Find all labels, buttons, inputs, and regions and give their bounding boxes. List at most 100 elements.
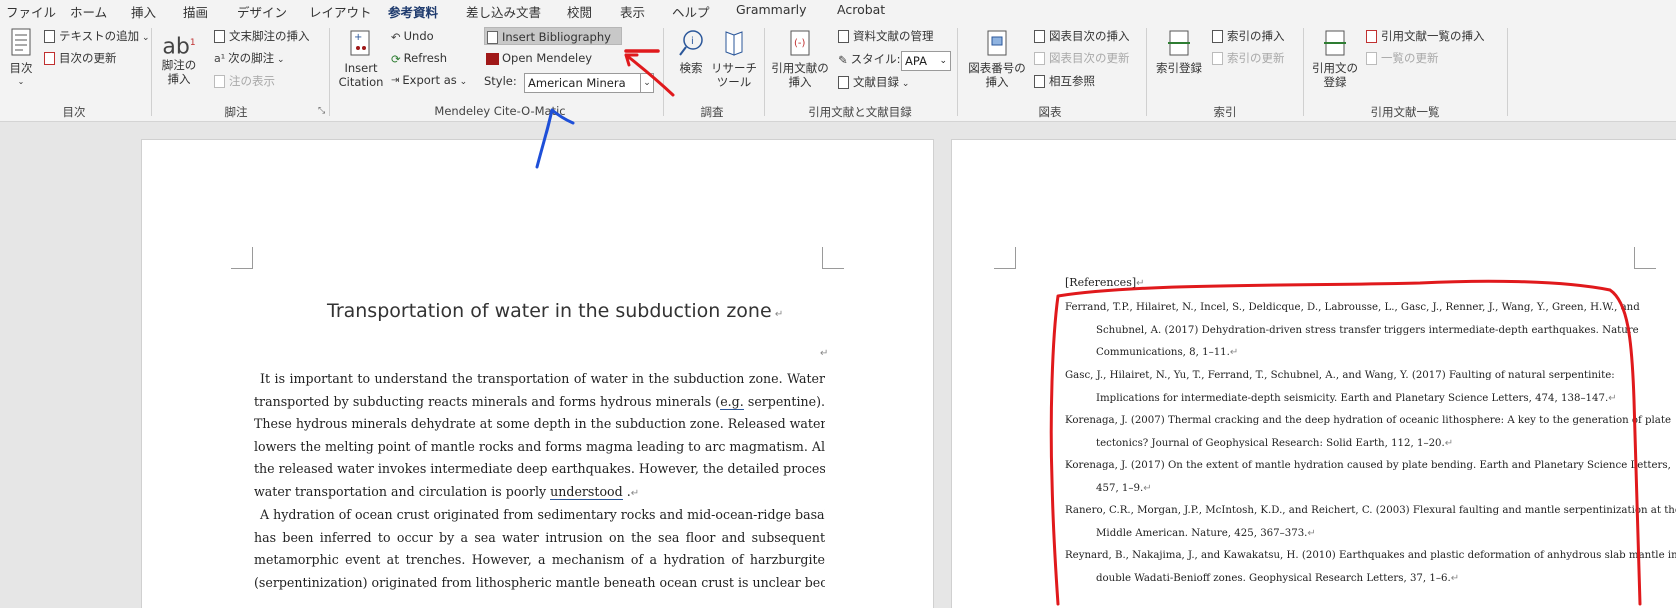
- document-page-right[interactable]: [References]↵ Ferrand, T.P., Hilairet, N…: [951, 139, 1676, 608]
- mark-citation-button[interactable]: 引用文の 登録: [1310, 28, 1360, 89]
- insert-table-of-figures-button[interactable]: 図表目次の挿入: [1034, 27, 1130, 45]
- mendeley-insert-citation-button[interactable]: + Insert Citation: [336, 28, 386, 89]
- mendeley-undo-button[interactable]: ↶ Undo: [391, 27, 434, 45]
- tab-home[interactable]: ホーム: [70, 2, 107, 21]
- reference-line: Ferrand, T.P., Hilairet, N., Incel, S., …: [1065, 302, 1640, 313]
- reference-entry: Gasc, J., Hilairet, N., Yu, T., Ferrand,…: [1065, 365, 1617, 410]
- manage-sources-button[interactable]: 資料文献の管理: [838, 27, 934, 45]
- add-text-icon: [44, 30, 55, 43]
- paragraph-mark-icon: ↵: [1229, 347, 1239, 359]
- tab-review[interactable]: 校閲: [567, 2, 592, 21]
- paragraph-1: It is important to understand the transp…: [254, 368, 825, 504]
- insert-table-of-figures-label: 図表目次の挿入: [1049, 29, 1130, 43]
- tab-grammarly[interactable]: Grammarly: [736, 2, 807, 17]
- document-page-left[interactable]: Transportation of water in the subductio…: [141, 139, 934, 608]
- toc-label: 目次: [9, 61, 33, 75]
- tab-design[interactable]: デザイン: [237, 2, 287, 21]
- paragraph-line: has been inferred to occur by a sea wate…: [254, 529, 825, 545]
- insert-citation-jp-label-1: 引用文献の: [771, 61, 829, 75]
- text-run: .: [622, 483, 631, 499]
- word-window: ファイル ホーム 挿入 描画 デザイン レイアウト 参考資料 差し込み文書 校閲…: [0, 0, 1676, 608]
- crop-mark: [231, 247, 253, 269]
- reference-line: Middle American. Nature, 425, 367–373.↵: [1065, 523, 1676, 546]
- insert-footnote-label-2: 挿入: [167, 72, 191, 86]
- tab-insert[interactable]: 挿入: [131, 2, 156, 21]
- paragraph-line: These hydrous minerals dehydrate at some…: [254, 416, 825, 432]
- bibliography-button[interactable]: 文献目録 ⌄: [838, 73, 909, 91]
- group-label-index: 索引: [1213, 105, 1237, 119]
- reference-line: Korenaga, J. (2017) On the extent of man…: [1065, 460, 1671, 471]
- search-button[interactable]: i 検索: [676, 28, 706, 75]
- dialog-launcher-icon[interactable]: ⤡: [318, 106, 325, 116]
- mark-entry-button[interactable]: 索引登録: [1152, 28, 1206, 75]
- group-separator: [329, 28, 330, 116]
- insert-citation-button[interactable]: (-) 引用文献の 挿入: [770, 28, 830, 89]
- insert-endnote-button[interactable]: 文末脚注の挿入: [214, 27, 310, 45]
- mendeley-refresh-button[interactable]: ⟳ Refresh: [391, 49, 447, 67]
- update-table-of-figures-button[interactable]: 図表目次の更新: [1034, 49, 1130, 67]
- apa-style-select[interactable]: APA ⌄: [901, 51, 951, 71]
- style-dropdown-arrow[interactable]: ⌄: [640, 73, 654, 93]
- show-notes-label: 注の表示: [229, 74, 275, 88]
- insert-index-button[interactable]: 索引の挿入: [1212, 27, 1285, 45]
- tab-mailings[interactable]: 差し込み文書: [466, 2, 541, 21]
- reference-line: Implications for intermediate-depth seis…: [1065, 388, 1617, 411]
- update-toc-button[interactable]: 目次の更新: [44, 49, 117, 67]
- document-title: Transportation of water in the subductio…: [327, 300, 783, 322]
- group-label-research: 調査: [700, 105, 724, 119]
- refresh-icon: ⟳: [391, 51, 401, 66]
- open-mendeley-button[interactable]: Open Mendeley: [486, 49, 592, 67]
- paragraph-mark-icon: ↵: [1143, 482, 1152, 494]
- citation-style-select[interactable]: American Minera: [524, 73, 641, 93]
- text-run: serpentine).: [743, 393, 825, 409]
- add-text-button[interactable]: テキストの追加 ⌄: [44, 27, 150, 45]
- reference-line: Gasc, J., Hilairet, N., Yu, T., Ferrand,…: [1065, 370, 1615, 381]
- reference-line: double Wadati-Benioff zones. Geophysical…: [1065, 568, 1676, 591]
- paragraph-line: water transportation and circulation is …: [254, 481, 825, 504]
- next-footnote-label: 次の脚注: [228, 51, 275, 65]
- update-table-of-authorities-button[interactable]: 一覧の更新: [1366, 49, 1439, 67]
- endnote-icon: [214, 30, 225, 43]
- tab-acrobat[interactable]: Acrobat: [837, 2, 885, 17]
- insert-table-of-authorities-button[interactable]: 引用文献一覧の挿入: [1366, 27, 1485, 45]
- toc-button[interactable]: 目次 ⌄: [6, 28, 36, 89]
- undo-icon: ↶: [391, 29, 401, 44]
- researcher-button[interactable]: リサーチ ツール: [710, 28, 758, 89]
- tab-layout[interactable]: レイアウト: [309, 2, 372, 21]
- mendeley-logo-icon: [486, 52, 499, 65]
- bibliography-label: 文献目録: [853, 75, 899, 89]
- table-of-authorities-icon: [1366, 30, 1377, 43]
- update-table-of-figures-label: 図表目次の更新: [1049, 51, 1130, 65]
- update-table-icon: [44, 52, 55, 65]
- manage-sources-icon: [838, 30, 849, 43]
- paragraph-mark-icon: ↵: [771, 309, 784, 320]
- refresh-label: Refresh: [403, 51, 448, 65]
- mendeley-export-button[interactable]: ⇥ Export as ⌄: [391, 71, 467, 89]
- insert-caption-button[interactable]: 図表番号の 挿入: [964, 28, 1030, 89]
- tab-file[interactable]: ファイル: [6, 2, 56, 21]
- next-footnote-button[interactable]: a¹ 次の脚注 ⌄: [214, 49, 285, 67]
- mark-entry-icon: [1168, 30, 1190, 56]
- insert-caption-label-2: 挿入: [985, 75, 1009, 89]
- bibliography-book-icon: [838, 76, 849, 89]
- update-index-button[interactable]: 索引の更新: [1212, 49, 1285, 67]
- footnote-ab-icon: ab1: [162, 34, 196, 60]
- reference-text: Middle American. Nature, 425, 367–373.: [1096, 527, 1308, 539]
- cross-reference-label: 相互参照: [1049, 74, 1095, 88]
- group-separator: [1146, 28, 1147, 116]
- insert-table-of-authorities-label: 引用文献一覧の挿入: [1381, 29, 1485, 43]
- tab-help[interactable]: ヘルプ: [672, 2, 710, 21]
- paragraph-line: It is important to understand the transp…: [260, 371, 825, 386]
- paragraph-mark-icon: ↵: [1444, 437, 1454, 449]
- tab-view[interactable]: 表示: [620, 2, 645, 21]
- insert-footnote-button[interactable]: ab1 脚注の 挿入: [158, 28, 200, 86]
- tab-draw[interactable]: 描画: [183, 2, 208, 21]
- insert-citation-icon: +: [350, 30, 370, 56]
- mark-entry-label: 索引登録: [1156, 61, 1202, 75]
- citation-style-value: American Minera: [528, 76, 626, 90]
- paragraph-line: lowers the melting point of mantle rocks…: [254, 438, 825, 454]
- show-notes-button[interactable]: 注の表示: [214, 72, 275, 90]
- crop-mark: [1634, 247, 1656, 269]
- cross-reference-button[interactable]: 相互参照: [1034, 72, 1095, 90]
- insert-bibliography-button[interactable]: Insert Bibliography: [484, 27, 622, 45]
